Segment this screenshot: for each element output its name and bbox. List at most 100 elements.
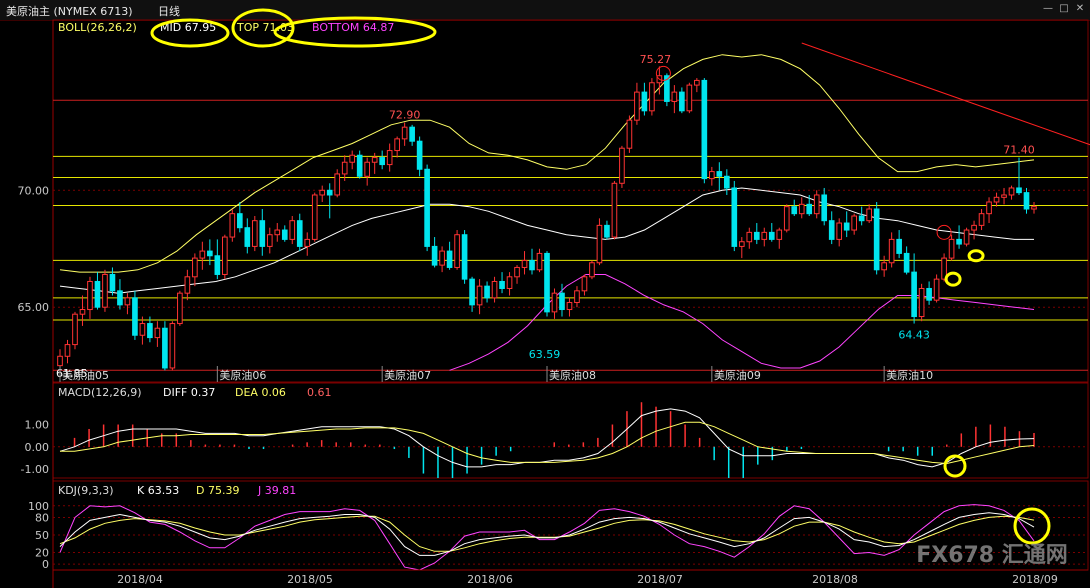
candle-down bbox=[281, 229, 288, 240]
candle-up bbox=[124, 297, 131, 306]
candle-up bbox=[491, 280, 498, 299]
candle-down bbox=[911, 271, 917, 318]
candle-down bbox=[926, 287, 932, 301]
candle-down bbox=[499, 280, 505, 289]
candle-up bbox=[686, 84, 693, 112]
candle-down bbox=[873, 208, 880, 271]
candle-up bbox=[274, 229, 281, 236]
candle-down bbox=[109, 273, 116, 292]
month-label: 美原油10 bbox=[886, 368, 933, 382]
candle-down bbox=[1023, 192, 1030, 210]
candle-down bbox=[753, 231, 760, 240]
price-tick-label: 65.00 bbox=[18, 301, 50, 314]
candle-up bbox=[371, 157, 378, 163]
candle-down bbox=[162, 327, 168, 369]
pivot-marker-circle bbox=[936, 224, 952, 240]
kdj-tick-label: 50 bbox=[35, 529, 49, 542]
candle-down bbox=[716, 171, 723, 177]
candle-down bbox=[132, 297, 138, 336]
candle-up bbox=[626, 119, 633, 149]
candle-up bbox=[649, 82, 655, 112]
date-axis-label: 2018/09 bbox=[1012, 573, 1058, 586]
candle-up bbox=[199, 250, 206, 259]
candle-up bbox=[596, 224, 603, 264]
candle-down bbox=[723, 175, 730, 189]
candle-down bbox=[147, 323, 153, 339]
candle-up bbox=[57, 355, 63, 367]
kdj-tick-label: 80 bbox=[35, 511, 49, 524]
candle-up bbox=[813, 194, 820, 215]
candle-up bbox=[154, 327, 161, 339]
candle-up bbox=[986, 201, 992, 215]
candle-up bbox=[341, 161, 348, 175]
candle-up bbox=[319, 189, 326, 196]
candle-up bbox=[881, 262, 887, 271]
candle-down bbox=[679, 91, 685, 112]
candle-up bbox=[918, 287, 925, 318]
candle-up bbox=[222, 236, 228, 275]
candle-down bbox=[559, 292, 565, 311]
highlight-ellipse bbox=[967, 249, 985, 263]
highlight-circle bbox=[943, 454, 967, 478]
candle-down bbox=[529, 259, 535, 271]
highlight-ellipse bbox=[273, 16, 437, 48]
candle-up bbox=[738, 241, 745, 247]
fx678-watermark-logo: FX678 汇通网 bbox=[916, 543, 1068, 568]
candle-up bbox=[783, 206, 790, 231]
price-tick-label: 70.00 bbox=[18, 184, 50, 197]
candle-up bbox=[64, 344, 71, 357]
candle-up bbox=[1001, 194, 1007, 198]
candle-down bbox=[446, 250, 453, 268]
date-axis-label: 2018/08 bbox=[812, 573, 858, 586]
month-label: 美原油06 bbox=[219, 368, 266, 382]
candle-up bbox=[611, 182, 618, 238]
candle-up bbox=[229, 213, 236, 238]
candle-up bbox=[993, 196, 1000, 203]
candle-down bbox=[117, 290, 123, 306]
candle-up bbox=[619, 147, 625, 184]
candle-down bbox=[768, 231, 775, 240]
candle-up bbox=[978, 213, 985, 226]
candle-up bbox=[963, 229, 970, 245]
candle-down bbox=[731, 187, 738, 247]
candle-up bbox=[634, 91, 640, 121]
chart-canvas[interactable]: 70.0065.0075.2772.9071.4064.4363.5961.85… bbox=[0, 0, 1090, 588]
candle-up bbox=[386, 150, 393, 166]
candle-down bbox=[356, 154, 363, 177]
low-price-label: 64.43 bbox=[898, 329, 930, 342]
candle-down bbox=[296, 220, 303, 247]
candle-down bbox=[701, 79, 708, 180]
candle-up bbox=[169, 323, 176, 369]
candle-down bbox=[409, 126, 415, 142]
macd-tick-label: 1.00 bbox=[25, 419, 50, 432]
highlight-ellipse bbox=[944, 271, 962, 287]
date-axis-label: 2018/04 bbox=[117, 573, 163, 586]
candle-up bbox=[192, 257, 198, 278]
candle-up bbox=[79, 309, 86, 315]
candle-down bbox=[903, 252, 910, 273]
candle-up bbox=[1031, 206, 1037, 210]
candle-up bbox=[589, 262, 595, 278]
candle-up bbox=[476, 285, 483, 306]
candle-up bbox=[521, 259, 528, 268]
candle-up bbox=[514, 266, 520, 278]
candle-up bbox=[139, 323, 146, 336]
candle-down bbox=[956, 238, 962, 245]
candle-down bbox=[843, 222, 850, 231]
month-label: 美原油05 bbox=[62, 368, 109, 382]
candle-up bbox=[566, 302, 573, 311]
month-label: 美原油08 bbox=[549, 368, 596, 382]
candle-up bbox=[746, 231, 753, 243]
candle-up bbox=[948, 238, 955, 259]
month-label: 美原油07 bbox=[384, 368, 431, 382]
candle-down bbox=[424, 168, 430, 247]
candle-up bbox=[72, 313, 78, 346]
candle-up bbox=[401, 126, 408, 140]
candle-down bbox=[469, 278, 475, 306]
highlight-ellipse bbox=[231, 8, 295, 48]
candle-down bbox=[461, 234, 468, 280]
high-price-label: 71.40 bbox=[1003, 144, 1035, 157]
macd-tick-label: -1.00 bbox=[21, 463, 49, 476]
candle-up bbox=[349, 154, 356, 163]
peak-marker-circle bbox=[655, 65, 671, 81]
